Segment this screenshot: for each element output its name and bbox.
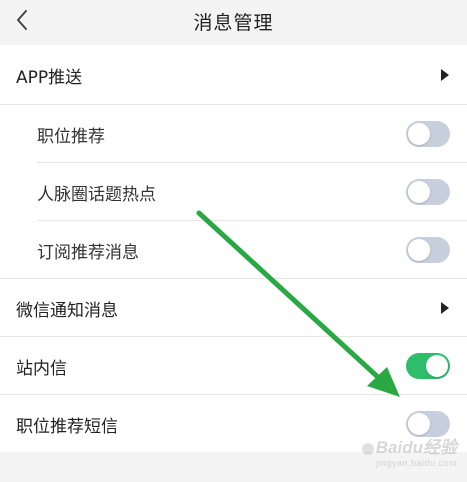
- footer-band: [0, 452, 467, 482]
- triangle-right-icon: [441, 69, 449, 81]
- toggle-knob: [408, 123, 430, 145]
- triangle-right-icon: [441, 302, 449, 314]
- setting-label: 站内信: [16, 358, 67, 379]
- job-recommend-toggle[interactable]: [406, 121, 450, 147]
- toggle-knob: [408, 239, 430, 261]
- inbox-toggle[interactable]: [406, 353, 450, 379]
- toggle-knob: [408, 181, 430, 203]
- network-topics-toggle[interactable]: [406, 179, 450, 205]
- setting-row-wechat-notify[interactable]: 微信通知消息: [0, 279, 467, 337]
- setting-row-network-topics: 人脉圈话题热点: [0, 163, 467, 221]
- setting-row-inbox: 站内信: [0, 337, 467, 395]
- setting-label: 微信通知消息: [16, 300, 118, 321]
- setting-label: 职位推荐: [37, 126, 105, 147]
- setting-label: APP推送: [16, 67, 83, 88]
- top-nav-bar: 消息管理: [0, 0, 467, 45]
- setting-row-job-recommend: 职位推荐: [0, 105, 467, 163]
- setting-row-app-push[interactable]: APP推送: [0, 46, 467, 104]
- setting-label: 订阅推荐消息: [37, 242, 139, 263]
- setting-label: 职位推荐短信: [16, 416, 118, 437]
- subscription-toggle[interactable]: [406, 237, 450, 263]
- job-sms-toggle[interactable]: [406, 411, 450, 437]
- setting-row-job-sms: 职位推荐短信: [0, 395, 467, 453]
- message-management-screen: 消息管理 APP推送 职位推荐 人脉圈话题热点 订阅推荐消息 微信通知消息 站内…: [0, 0, 467, 482]
- setting-row-subscription: 订阅推荐消息: [0, 221, 467, 279]
- toggle-knob: [426, 355, 448, 377]
- setting-label: 人脉圈话题热点: [37, 184, 156, 205]
- toggle-knob: [408, 413, 430, 435]
- page-title: 消息管理: [193, 12, 274, 34]
